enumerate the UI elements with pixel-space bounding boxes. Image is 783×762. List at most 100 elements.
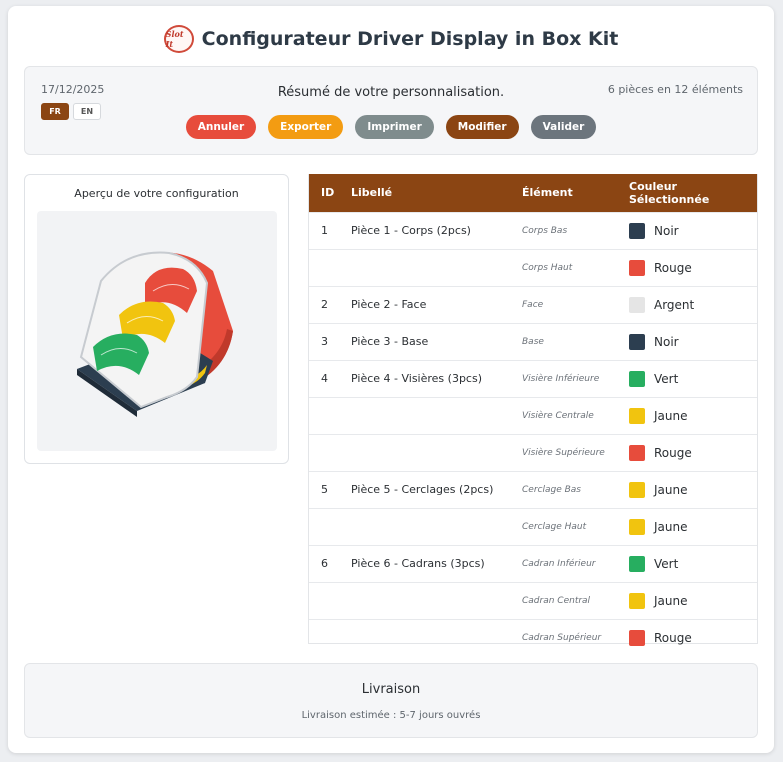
column-header-label: Libellé xyxy=(351,186,393,200)
color-name: Noir xyxy=(654,223,679,238)
color-swatch xyxy=(629,444,645,461)
row-id xyxy=(309,508,339,545)
row-element: Cadran Inférieur xyxy=(522,558,596,569)
row-id: 3 xyxy=(321,335,328,348)
modify-button[interactable]: Modifier xyxy=(445,115,519,139)
row-element: Face xyxy=(522,299,544,310)
color-name: Jaune xyxy=(654,482,688,497)
row-label xyxy=(339,434,510,471)
row-color: Argent xyxy=(617,287,757,323)
color-swatch xyxy=(629,592,645,609)
color-name: Argent xyxy=(654,297,695,312)
color-name: Jaune xyxy=(654,593,688,608)
row-id: 6 xyxy=(321,557,328,570)
table-row: Cadran Supérieur Rouge xyxy=(309,619,757,656)
row-label xyxy=(339,249,510,286)
row-color: Jaune xyxy=(617,509,757,545)
print-button[interactable]: Imprimer xyxy=(355,115,434,139)
delivery-panel: Livraison Livraison estimée : 5-7 jours … xyxy=(24,663,758,738)
row-element: Cerclage Haut xyxy=(522,521,587,532)
preview-title: Aperçu de votre configuration xyxy=(74,187,239,200)
column-header-id: ID xyxy=(321,186,335,200)
table-row: Cerclage Haut Jaune xyxy=(309,508,757,545)
row-color: Rouge xyxy=(617,435,757,471)
row-label: Pièce 1 - Corps (2pcs) xyxy=(351,224,471,237)
color-name: Vert xyxy=(654,556,679,571)
row-element: Cadran Supérieur xyxy=(522,632,602,643)
color-swatch xyxy=(629,481,645,498)
row-id xyxy=(309,434,339,471)
table-row: Visière Supérieure Rouge xyxy=(309,434,757,471)
row-label: Pièce 2 - Face xyxy=(351,298,427,311)
table-row: 3 Pièce 3 - Base Base Noir xyxy=(309,323,757,360)
column-header-color: Couleur Sélectionnée xyxy=(629,179,710,206)
row-color: Jaune xyxy=(617,398,757,434)
row-label: Pièce 4 - Visières (3pcs) xyxy=(351,372,483,385)
row-element: Cadran Central xyxy=(522,595,591,606)
configuration-table: ID Libellé Élément Couleur Sélectionnée … xyxy=(308,174,758,646)
color-name: Rouge xyxy=(654,445,692,460)
color-swatch xyxy=(629,296,645,313)
page-title: Configurateur Driver Display in Box Kit xyxy=(201,28,619,50)
row-element: Corps Bas xyxy=(522,225,568,236)
color-swatch xyxy=(629,370,645,387)
table-row: Visière Centrale Jaune xyxy=(309,397,757,434)
table-header-row: ID Libellé Élément Couleur Sélectionnée xyxy=(309,174,757,212)
configurator-app: Slot It Configurateur Driver Display in … xyxy=(8,6,774,753)
table-row: 1 Pièce 1 - Corps (2pcs) Corps Bas Noir xyxy=(309,212,757,249)
column-header-element: Élément xyxy=(522,186,573,200)
table-row: 5 Pièce 5 - Cerclages (2pcs) Cerclage Ba… xyxy=(309,471,757,508)
color-name: Jaune xyxy=(654,519,688,534)
table-row: Cadran Central Jaune xyxy=(309,582,757,619)
row-element: Corps Haut xyxy=(522,262,573,273)
pieces-count: 6 pièces en 12 éléments xyxy=(607,83,743,96)
color-swatch xyxy=(629,518,645,535)
color-swatch xyxy=(629,333,645,350)
row-color: Noir xyxy=(617,324,757,360)
color-swatch xyxy=(629,555,645,572)
row-color: Vert xyxy=(617,361,757,397)
row-label xyxy=(339,397,510,434)
row-color: Jaune xyxy=(617,472,757,508)
export-button[interactable]: Exporter xyxy=(268,115,344,139)
row-element: Visière Inférieure xyxy=(522,373,600,384)
color-swatch xyxy=(629,407,645,424)
table-row: 4 Pièce 4 - Visières (3pcs) Visière Infé… xyxy=(309,360,757,397)
summary-panel: 17/12/2025 FR EN Résumé de votre personn… xyxy=(24,66,758,155)
title-row: Slot It Configurateur Driver Display in … xyxy=(8,22,774,56)
cancel-button[interactable]: Annuler xyxy=(185,115,257,139)
action-buttons: Annuler Exporter Imprimer Modifier Valid… xyxy=(25,115,757,139)
row-label xyxy=(339,582,510,619)
row-id xyxy=(309,397,339,434)
delivery-estimate: Livraison estimée : 5-7 jours ouvrés xyxy=(301,710,481,721)
row-label xyxy=(339,508,510,545)
color-name: Rouge xyxy=(654,630,692,645)
validate-button[interactable]: Valider xyxy=(530,115,597,139)
row-id: 5 xyxy=(321,483,328,496)
row-label xyxy=(339,619,510,656)
row-id xyxy=(309,582,339,619)
row-id: 2 xyxy=(321,298,328,311)
row-id xyxy=(309,619,339,656)
table-row: 2 Pièce 2 - Face Face Argent xyxy=(309,286,757,323)
row-label: Pièce 5 - Cerclages (2pcs) xyxy=(351,483,494,496)
preview-card: Aperçu de votre configuration xyxy=(24,174,289,464)
row-color: Noir xyxy=(617,213,757,249)
configuration-preview-image xyxy=(37,211,277,451)
row-element: Base xyxy=(522,336,544,347)
driver-display-render xyxy=(77,251,233,417)
row-label: Pièce 6 - Cadrans (3pcs) xyxy=(351,557,485,570)
row-color: Rouge xyxy=(617,620,757,656)
delivery-title: Livraison xyxy=(361,682,421,697)
logo-text: Slot It xyxy=(165,29,184,49)
row-color: Rouge xyxy=(617,250,757,286)
row-element: Visière Centrale xyxy=(522,410,594,421)
row-element: Visière Supérieure xyxy=(522,447,605,458)
row-color: Vert xyxy=(617,546,757,582)
table-row: 6 Pièce 6 - Cadrans (3pcs) Cadran Inféri… xyxy=(309,545,757,582)
color-name: Vert xyxy=(654,371,679,386)
color-swatch xyxy=(629,222,645,239)
color-swatch xyxy=(629,259,645,276)
row-element: Cerclage Bas xyxy=(522,484,581,495)
row-label: Pièce 3 - Base xyxy=(351,335,429,348)
